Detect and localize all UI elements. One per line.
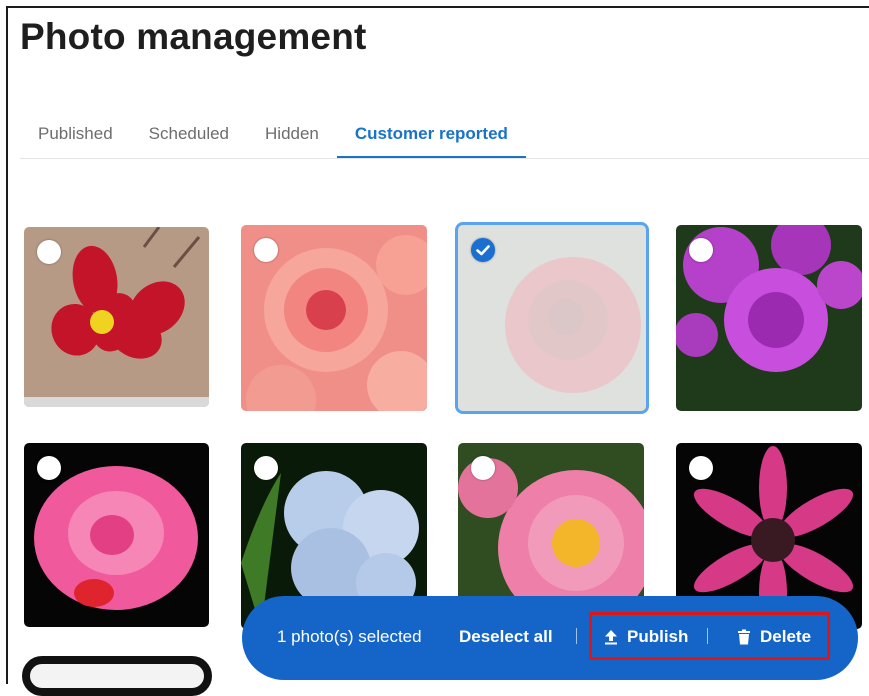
page-title: Photo management [20, 16, 367, 57]
tab-published[interactable]: Published [20, 112, 131, 158]
delete-label: Delete [760, 627, 812, 646]
deselect-all-button[interactable]: Deselect all [459, 627, 553, 647]
photo-tile[interactable] [676, 225, 862, 411]
selected-count: 1 photo(s) selected [277, 627, 422, 646]
select-radio[interactable] [37, 240, 61, 264]
photo-tile[interactable] [241, 225, 427, 411]
photo-tile-selected[interactable] [455, 222, 649, 414]
select-radio[interactable] [689, 456, 713, 480]
select-radio[interactable] [37, 456, 61, 480]
select-radio[interactable] [254, 238, 278, 262]
delete-button[interactable]: Delete [736, 627, 811, 647]
tab-scheduled[interactable]: Scheduled [131, 112, 247, 158]
divider [707, 628, 708, 644]
selection-action-bar: 1 photo(s) selected Deselect all Publish… [242, 596, 858, 680]
select-radio[interactable] [471, 456, 495, 480]
check-icon[interactable] [471, 238, 495, 262]
tab-customer-reported[interactable]: Customer reported [336, 112, 526, 158]
trash-icon [738, 629, 750, 645]
select-radio[interactable] [689, 238, 713, 262]
tab-bar: Published Scheduled Hidden Customer repo… [20, 112, 869, 159]
photo-tile-partial [22, 656, 212, 696]
tab-hidden[interactable]: Hidden [247, 112, 337, 158]
upload-icon [605, 630, 617, 645]
photo-tile[interactable] [24, 443, 209, 627]
publish-button[interactable]: Publish [603, 627, 688, 647]
select-radio[interactable] [254, 456, 278, 480]
publish-label: Publish [627, 627, 689, 646]
divider [576, 628, 577, 644]
photo-tile[interactable] [24, 227, 209, 407]
